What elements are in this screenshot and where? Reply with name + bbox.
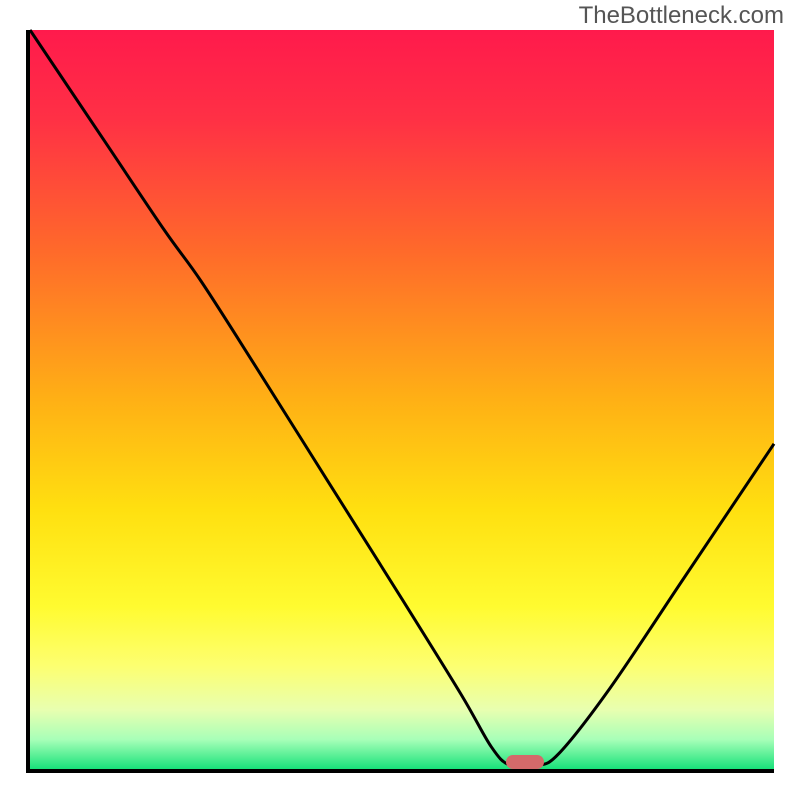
watermark-text: TheBottleneck.com [579, 2, 784, 30]
plot-area [26, 30, 774, 773]
chart-container: TheBottleneck.com [0, 0, 800, 800]
bottleneck-curve [30, 30, 774, 769]
optimal-point-marker [506, 755, 544, 769]
